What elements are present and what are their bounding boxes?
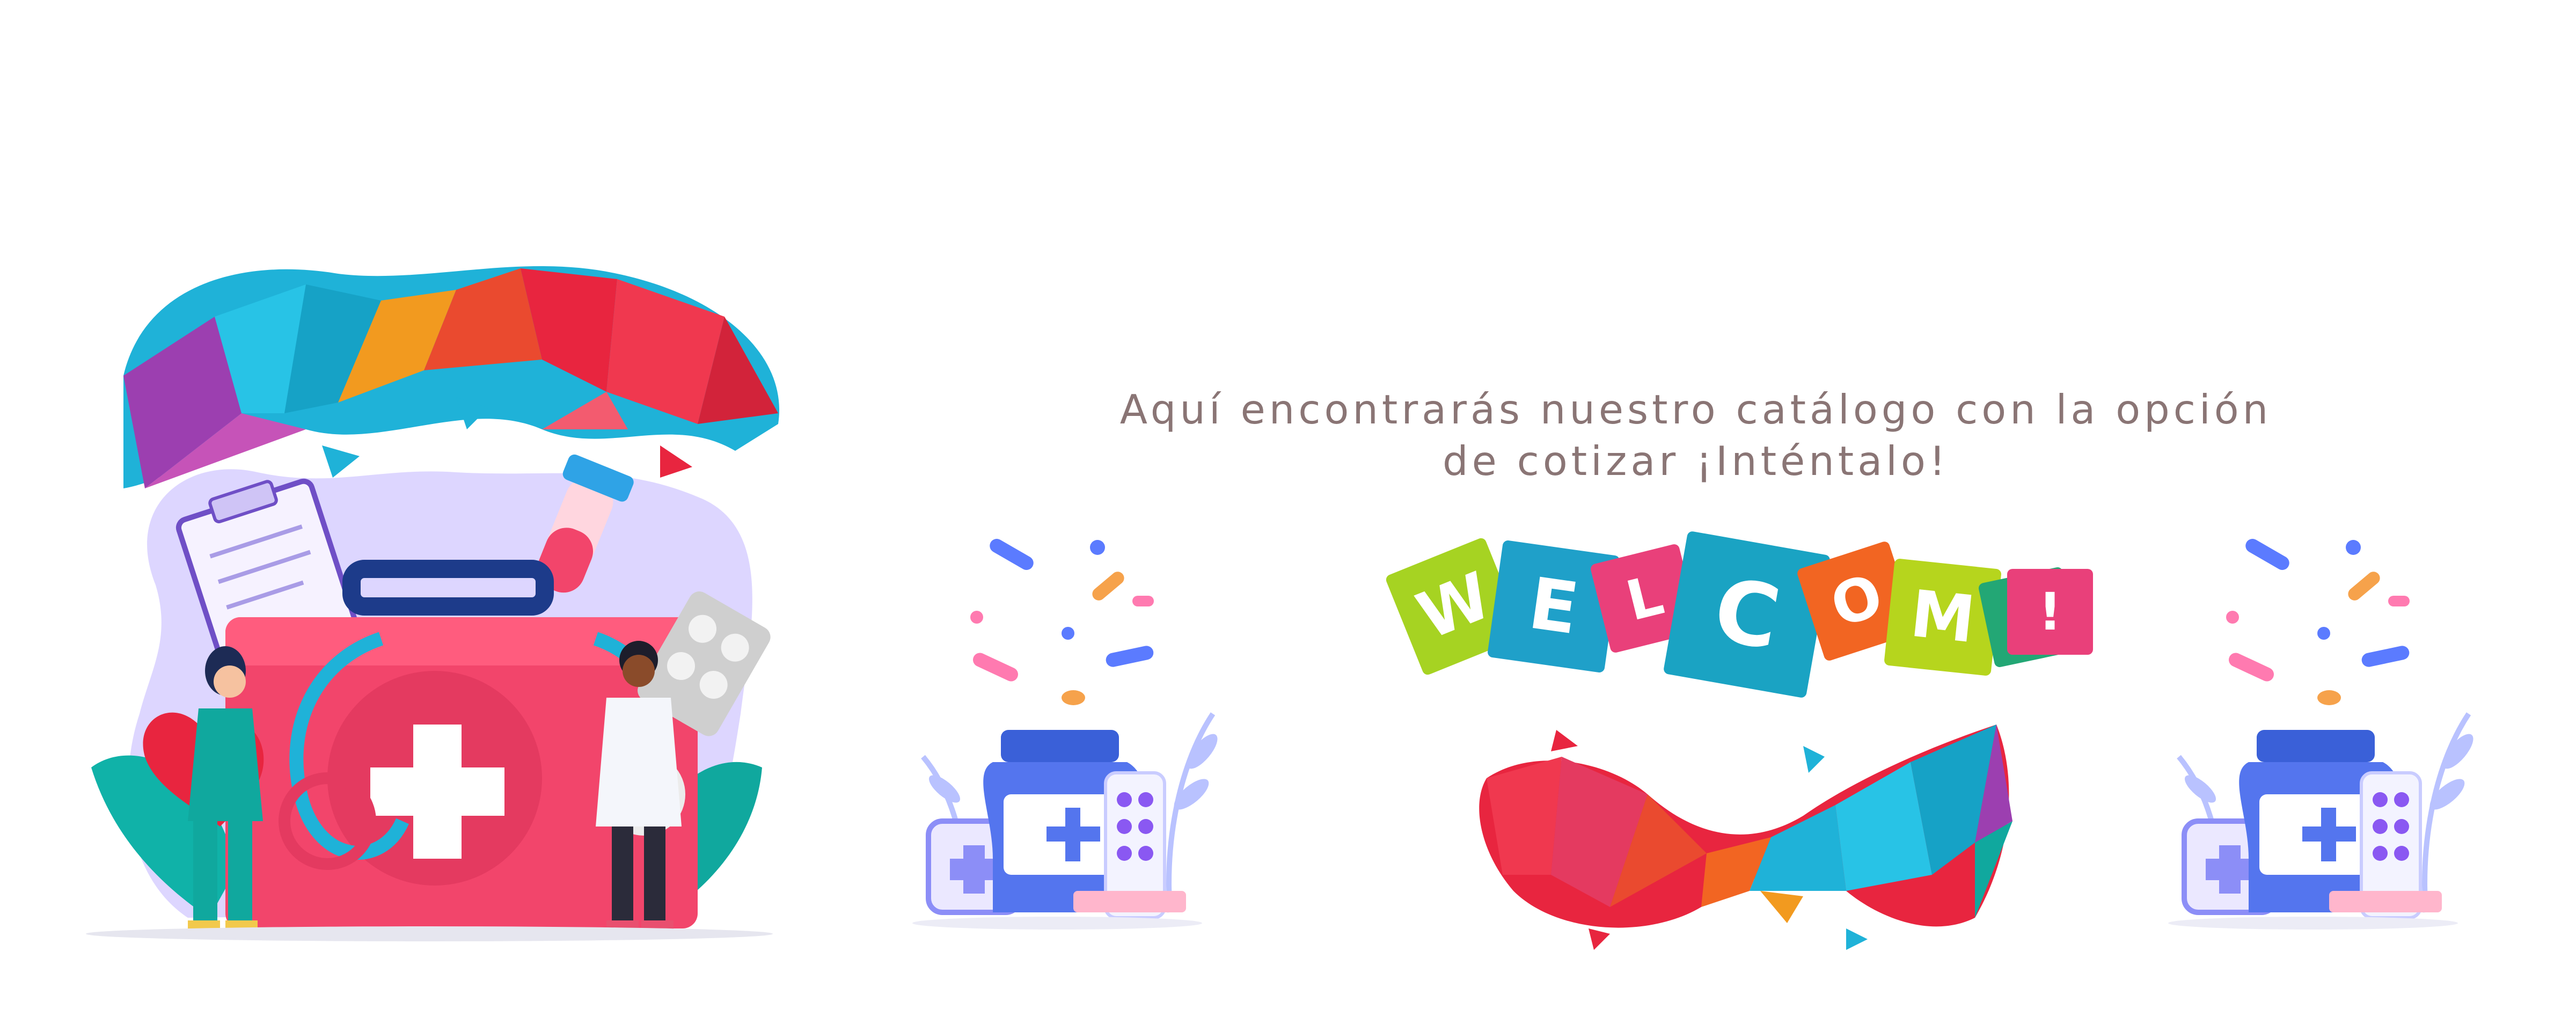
tagline-line-1: Aquí encontrarás nuestro catálogo con la…	[1119, 386, 2272, 433]
medical-kit-illustration-icon	[86, 266, 780, 941]
medicine-bottle-icon	[2168, 539, 2473, 930]
welcome-tile-4: C	[1664, 531, 1830, 698]
welcome-banner: Aquí encontrarás nuestro catálogo con la…	[0, 0, 2576, 1024]
floating-pills	[2226, 539, 2410, 705]
welcome-letter: M	[1907, 577, 1978, 658]
welcome-tile-8: !	[2007, 569, 2093, 655]
welcome-letter: !	[2038, 582, 2062, 642]
medicine-bottle-icon	[912, 539, 1218, 930]
welcome-tiles: WELCOME!	[1386, 531, 2093, 698]
tagline-line-2: de cotizar ¡Inténtalo!	[1443, 437, 1949, 485]
welcome-tile-6: M	[1884, 559, 2001, 676]
polygon-banner-icon	[1479, 725, 2012, 950]
floating-pills	[970, 539, 1154, 705]
hero-tagline: Aquí encontrarás nuestro catálogo con la…	[1068, 384, 2324, 487]
polygon-wave-top	[123, 266, 780, 488]
